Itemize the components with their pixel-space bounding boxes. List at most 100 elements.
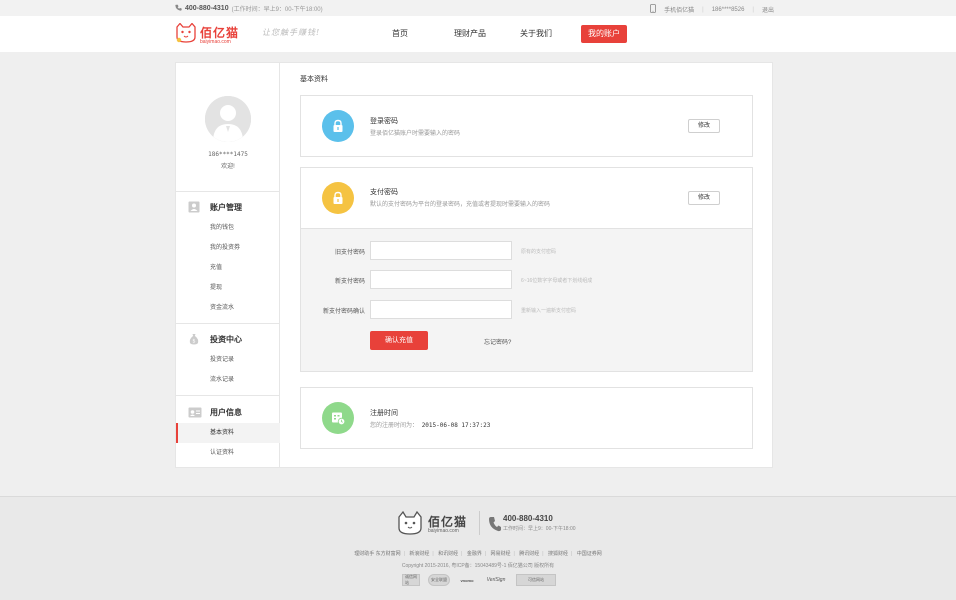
nav-home[interactable]: 首页 (380, 25, 420, 43)
footer-link[interactable]: 网易财经 (491, 551, 511, 557)
sidebar-item-flow-records[interactable]: 流水记录 (176, 370, 280, 390)
divider: | (432, 551, 434, 557)
trust-badge[interactable]: 诚信网站 (402, 574, 420, 586)
footer-link[interactable]: 新浪财经 (409, 551, 429, 557)
footer-links: 理财助手 东方财富网 | 新浪财经 | 和讯财经 | 金融界 | 网易财经 | 腾讯财经 |… (0, 550, 956, 557)
old-pay-password-input[interactable] (370, 241, 512, 260)
divider (479, 511, 480, 535)
divider: | (484, 551, 487, 557)
section-title: 用户信息 (210, 408, 242, 417)
register-time-label: 您的注册时间为： (370, 423, 419, 429)
sidebar-item-basic-info[interactable]: 基本资料 (176, 423, 280, 443)
register-time-card: 注册时间 您的注册时间为： 2015-06-08 17:37:23 (300, 387, 753, 449)
card-description: 登录佰亿猫账户时需要输入的密码 (370, 131, 461, 137)
divider (176, 191, 280, 192)
avatar[interactable] (205, 96, 251, 142)
pay-password-form: 旧支付密码 原有的支付密码 新支付密码 6~16位数字字母或者下划线组成 新支付… (300, 229, 753, 372)
brand-domain: baiyimao.com (428, 528, 459, 534)
footer-link[interactable]: 搜狐财经 (548, 551, 568, 557)
footer-link[interactable]: 和讯财经 (438, 551, 458, 557)
user-silhouette-icon (205, 96, 251, 142)
divider: | (570, 551, 573, 557)
sidebar-item-vouchers[interactable]: 我的投资券 (176, 238, 280, 258)
lock-icon (322, 110, 354, 142)
header: 佰亿猫 baiyimao.com 让您触手赚钱! 首页 理财产品 关于我们 我的… (0, 16, 956, 52)
nav-my-account[interactable]: 我的账户 (581, 25, 627, 43)
section-user-info: 用户信息 (176, 403, 280, 421)
welcome-text: 欢迎! (221, 164, 235, 170)
lock-icon (322, 182, 354, 214)
footer-link[interactable]: 腾讯财经 (519, 551, 539, 557)
sidebar-item-verification[interactable]: 认证资料 (176, 443, 280, 463)
id-card-icon (188, 407, 202, 418)
field-label: 新支付密码确认 (322, 309, 365, 315)
divider (176, 395, 280, 396)
section-investment-center: $ 投资中心 (176, 330, 280, 348)
field-hint: 6~16位数字字母或者下划线组成 (521, 278, 593, 284)
sidebar: 186****1475 欢迎! 账户管理 我的钱包 我的投资券 充值 提现 资金… (176, 63, 280, 467)
trust-badges: 诚信网站 安全联盟 vnomo VeriSign 可信网站 (402, 574, 556, 586)
hotline-number: 400-880-4310 (185, 5, 229, 12)
trust-badge[interactable]: 可信网站 (516, 574, 556, 586)
confirm-button[interactable]: 确认充值 (370, 331, 428, 350)
new-pay-password-input[interactable] (370, 270, 512, 289)
section-account-management: 账户管理 (176, 198, 280, 216)
trust-badge[interactable]: VeriSign (484, 574, 508, 586)
mobile-icon (650, 4, 657, 15)
nav-about[interactable]: 关于我们 (512, 25, 560, 43)
sidebar-item-recharge[interactable]: 充值 (176, 258, 280, 278)
money-bag-icon: $ (189, 334, 199, 345)
logout-link[interactable]: 退出 (762, 5, 774, 14)
card-title: 登录密码 (370, 118, 398, 125)
footer-hotline: 400-880-4310 (503, 514, 553, 523)
phone-masked[interactable]: 186****8526 (712, 7, 745, 13)
card-title: 注册时间 (370, 410, 398, 417)
mobile-app-link[interactable]: 手机佰亿猫 (664, 5, 694, 14)
card-title: 支付密码 (370, 189, 398, 196)
trust-badge[interactable]: 安全联盟 (428, 574, 450, 586)
footer-link[interactable]: 金融界 (467, 551, 482, 557)
field-hint: 原有的支付密码 (521, 249, 557, 255)
divider (176, 323, 280, 324)
field-hint: 重新输入一遍新支付密码 (521, 308, 577, 314)
confirm-pay-password-input[interactable] (370, 300, 512, 319)
footer: 佰亿猫 baiyimao.com 400-880-4310 工作时间：早上9：0… (0, 496, 956, 600)
sidebar-item-fund-flow[interactable]: 资金流水 (176, 298, 280, 318)
section-title: 账户管理 (210, 203, 242, 212)
divider: | (403, 551, 405, 557)
field-label: 旧支付密码 (334, 250, 365, 256)
trust-badge[interactable]: vnomo (458, 574, 476, 586)
modify-pay-password-button[interactable]: 修改 (688, 191, 720, 205)
footer-logo[interactable]: 佰亿猫 baiyimao.com (396, 511, 476, 535)
divider: | (702, 6, 704, 13)
pay-password-card: 支付密码 默认的支付密码为平台的登录密码，充值或者提现时需要输入的密码 修改 (300, 167, 753, 229)
nav-products[interactable]: 理财产品 (448, 25, 492, 43)
divider: | (513, 551, 515, 557)
forgot-password-link[interactable]: 忘记密码? (484, 337, 511, 346)
top-bar: 400-880-4310 (工作时间：早上9：00-下午18:00) 手机佰亿猫… (0, 0, 956, 16)
register-time-value: 2015-06-08 17:37:23 (421, 422, 491, 429)
main-nav: 首页 理财产品 关于我们 我的账户 (0, 16, 956, 52)
login-password-card: 登录密码 登录佰亿猫账户时需要输入的密码 修改 (300, 95, 753, 157)
hotline-hours: (工作时间：早上9：00-下午18:00) (231, 7, 323, 13)
footer-link[interactable]: 理财助手 东方财富网 (354, 551, 400, 557)
divider: | (542, 551, 544, 557)
hotline: 400-880-4310 (工作时间：早上9：00-下午18:00) (175, 4, 323, 13)
account-card-icon (188, 201, 200, 213)
copyright: Copyright 2015-2016, 粤ICP备：15043489号-1 佰… (401, 563, 555, 569)
svg-text:$: $ (192, 339, 195, 345)
modify-login-password-button[interactable]: 修改 (688, 119, 720, 133)
account-panel: 186****1475 欢迎! 账户管理 我的钱包 我的投资券 充值 提现 资金… (175, 62, 773, 468)
sidebar-item-wallet[interactable]: 我的钱包 (176, 218, 280, 238)
footer-link[interactable]: 中国证券网 (577, 551, 602, 557)
user-links: 手机佰亿猫 | 186****8526 | 退出 (650, 4, 774, 15)
sidebar-item-withdraw[interactable]: 提现 (176, 278, 280, 298)
register-time-text: 您的注册时间为： 2015-06-08 17:37:23 (370, 420, 490, 429)
sidebar-item-investment-records[interactable]: 投资记录 (176, 350, 280, 370)
cat-logo-icon (398, 511, 422, 535)
phone-icon (489, 517, 501, 532)
field-label: 新支付密码 (334, 279, 365, 285)
page-title: 基本资料 (300, 76, 328, 83)
divider: | (752, 6, 754, 13)
username: 186****1475 (208, 151, 248, 158)
